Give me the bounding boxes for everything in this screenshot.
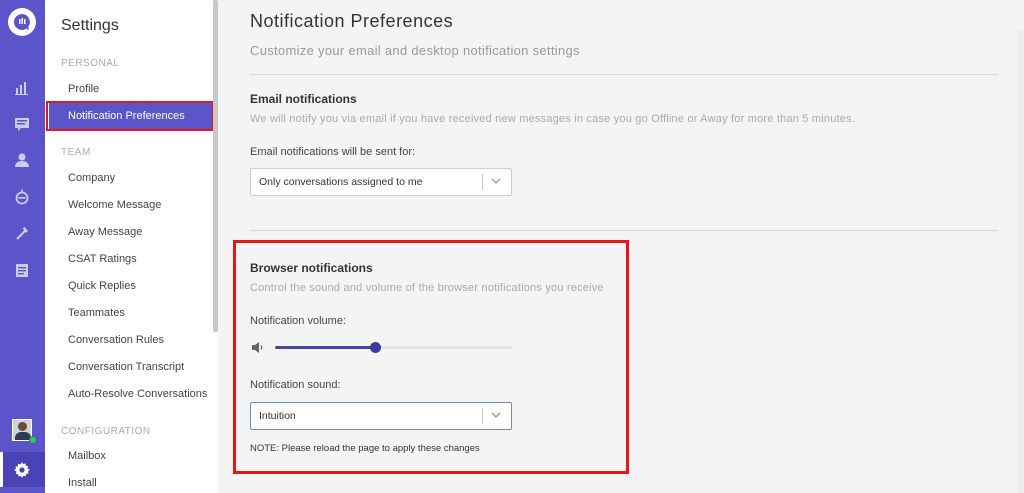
knowledge-base-icon[interactable] [13, 261, 31, 279]
sidebar-item-install[interactable]: Install [68, 477, 97, 489]
sidebar-section-configuration: CONFIGURATION [61, 426, 151, 437]
settings-sidebar: Settings PERSONAL Profile Notification P… [45, 0, 218, 493]
email-notifications-heading: Email notifications [250, 92, 357, 106]
main-content: Notification Preferences Customize your … [218, 0, 1024, 493]
app-rail [0, 0, 45, 493]
integrations-icon[interactable] [13, 225, 31, 243]
page-subtitle: Customize your email and desktop notific… [250, 43, 580, 58]
main-scrollbar[interactable] [1018, 30, 1024, 493]
email-notifications-description: We will notify you via email if you have… [250, 113, 856, 125]
sidebar-item-away-message[interactable]: Away Message [68, 226, 142, 238]
browser-notifications-description: Control the sound and volume of the brow… [250, 282, 604, 294]
bot-icon[interactable] [13, 188, 31, 206]
settings-nav-active[interactable] [0, 452, 45, 487]
reports-icon[interactable] [13, 79, 31, 97]
page-title: Notification Preferences [250, 11, 454, 31]
conversations-icon[interactable] [13, 115, 31, 133]
volume-icon[interactable] [251, 341, 264, 354]
sound-label: Notification sound: [250, 379, 341, 391]
volume-slider-thumb[interactable] [369, 342, 381, 353]
notification-sound-select[interactable]: Intuition [250, 402, 512, 430]
sidebar-item-conversation-rules[interactable]: Conversation Rules [68, 334, 164, 346]
browser-notifications-heading: Browser notifications [250, 261, 373, 275]
contacts-icon[interactable] [13, 151, 31, 169]
highlight-outline [233, 240, 629, 474]
sound-select-value: Intuition [259, 410, 296, 422]
reload-note: NOTE: Please reload the page to apply th… [250, 443, 480, 454]
volume-slider[interactable] [275, 342, 512, 353]
sidebar-item-teammates[interactable]: Teammates [68, 307, 125, 319]
sidebar-item-conversation-transcript[interactable]: Conversation Transcript [68, 361, 184, 373]
chevron-down-icon [491, 178, 501, 184]
sidebar-item-csat-ratings[interactable]: CSAT Ratings [68, 253, 137, 265]
sidebar-title: Settings [61, 17, 119, 34]
chat-logo-icon[interactable] [8, 8, 36, 36]
email-select-value: Only conversations assigned to me [259, 176, 423, 188]
sidebar-item-auto-resolve-conversations[interactable]: Auto-Resolve Conversations [68, 388, 207, 400]
volume-slider-fill [275, 346, 375, 349]
highlight-outline [46, 101, 214, 131]
divider [250, 230, 998, 231]
sidebar-item-quick-replies[interactable]: Quick Replies [68, 280, 136, 292]
sidebar-section-personal: PERSONAL [61, 58, 120, 69]
online-status-dot [29, 436, 37, 444]
sidebar-item-company[interactable]: Company [68, 172, 115, 184]
divider [250, 74, 998, 75]
sidebar-item-mailbox[interactable]: Mailbox [68, 450, 106, 462]
sidebar-item-profile[interactable]: Profile [68, 83, 99, 95]
sidebar-section-team: TEAM [61, 147, 91, 158]
sidebar-item-welcome-message[interactable]: Welcome Message [68, 199, 161, 211]
chevron-down-icon [491, 412, 501, 418]
email-notifications-select[interactable]: Only conversations assigned to me [250, 168, 512, 196]
settings-gear-icon [14, 462, 30, 478]
email-select-label: Email notifications will be sent for: [250, 146, 416, 158]
volume-label: Notification volume: [250, 315, 346, 327]
